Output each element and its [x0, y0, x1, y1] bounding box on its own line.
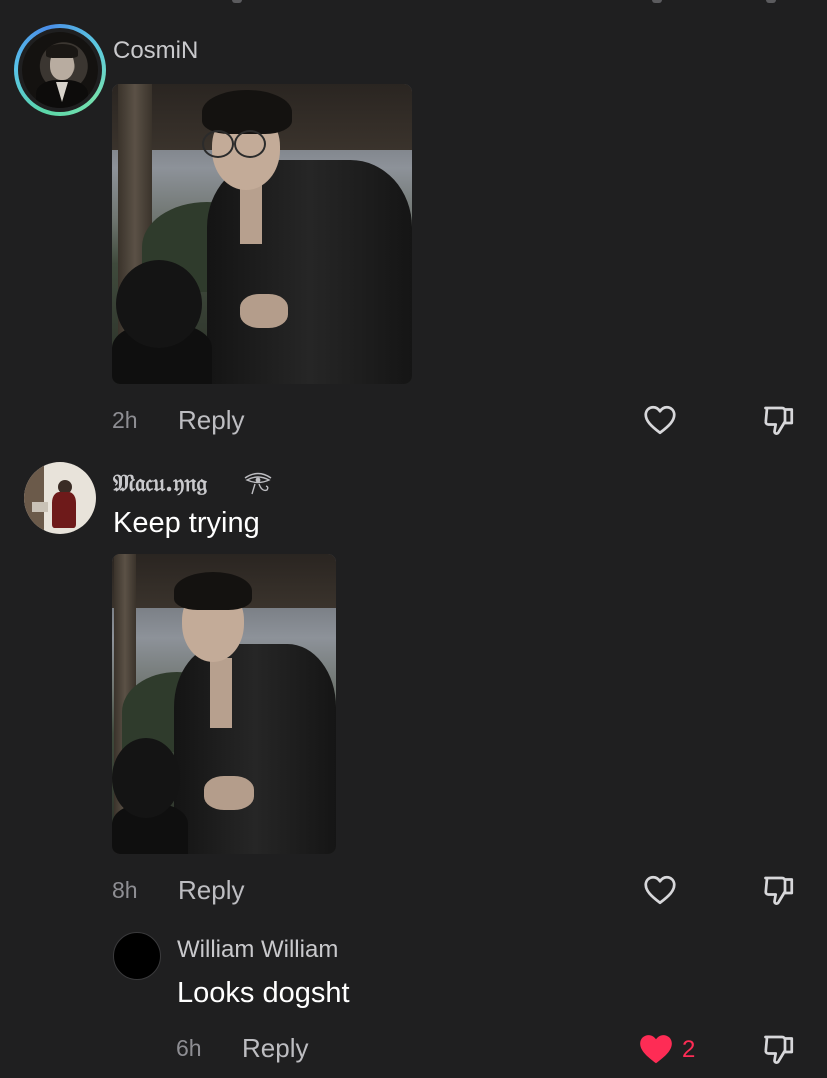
- reply-timestamp: 6h: [176, 1035, 202, 1061]
- like-count: 2: [682, 1036, 696, 1063]
- heart-filled-icon[interactable]: [636, 1030, 676, 1068]
- thumbs-down-icon[interactable]: [760, 872, 798, 908]
- reply-button[interactable]: Reply: [178, 405, 244, 436]
- comment-timestamp: 2h: [112, 407, 138, 433]
- reply-username[interactable]: William William: [177, 936, 338, 964]
- comment-timestamp: 8h: [112, 877, 138, 903]
- heart-outline-icon[interactable]: [641, 402, 679, 438]
- comment-username[interactable]: 𝔐𝔞𝔠𝔲.𝔶𝔫𝔤: [113, 468, 207, 497]
- avatar-story-ring[interactable]: [14, 24, 106, 116]
- previous-item-edge: [0, 0, 827, 8]
- comment-username[interactable]: CosmiN: [113, 37, 198, 65]
- reply-button[interactable]: Reply: [242, 1033, 308, 1064]
- avatar[interactable]: [113, 932, 161, 980]
- avatar[interactable]: [24, 462, 96, 534]
- avatar: [22, 32, 98, 108]
- reply-text: Looks dogsht: [177, 977, 350, 1009]
- reply-button[interactable]: Reply: [178, 875, 244, 906]
- eye-of-horus-icon: [244, 472, 272, 495]
- comment-text: Keep trying: [113, 507, 260, 539]
- thumbs-down-icon[interactable]: [760, 1031, 798, 1067]
- comments-sheet: CosmiN 2h Reply 𝔐𝔞𝔠𝔲.𝔶𝔫𝔤 Keep trying 8h …: [0, 0, 827, 1078]
- thumbs-down-icon[interactable]: [760, 402, 798, 438]
- comment-image[interactable]: [112, 84, 412, 384]
- heart-outline-icon[interactable]: [641, 872, 679, 908]
- comment-image[interactable]: [112, 554, 336, 854]
